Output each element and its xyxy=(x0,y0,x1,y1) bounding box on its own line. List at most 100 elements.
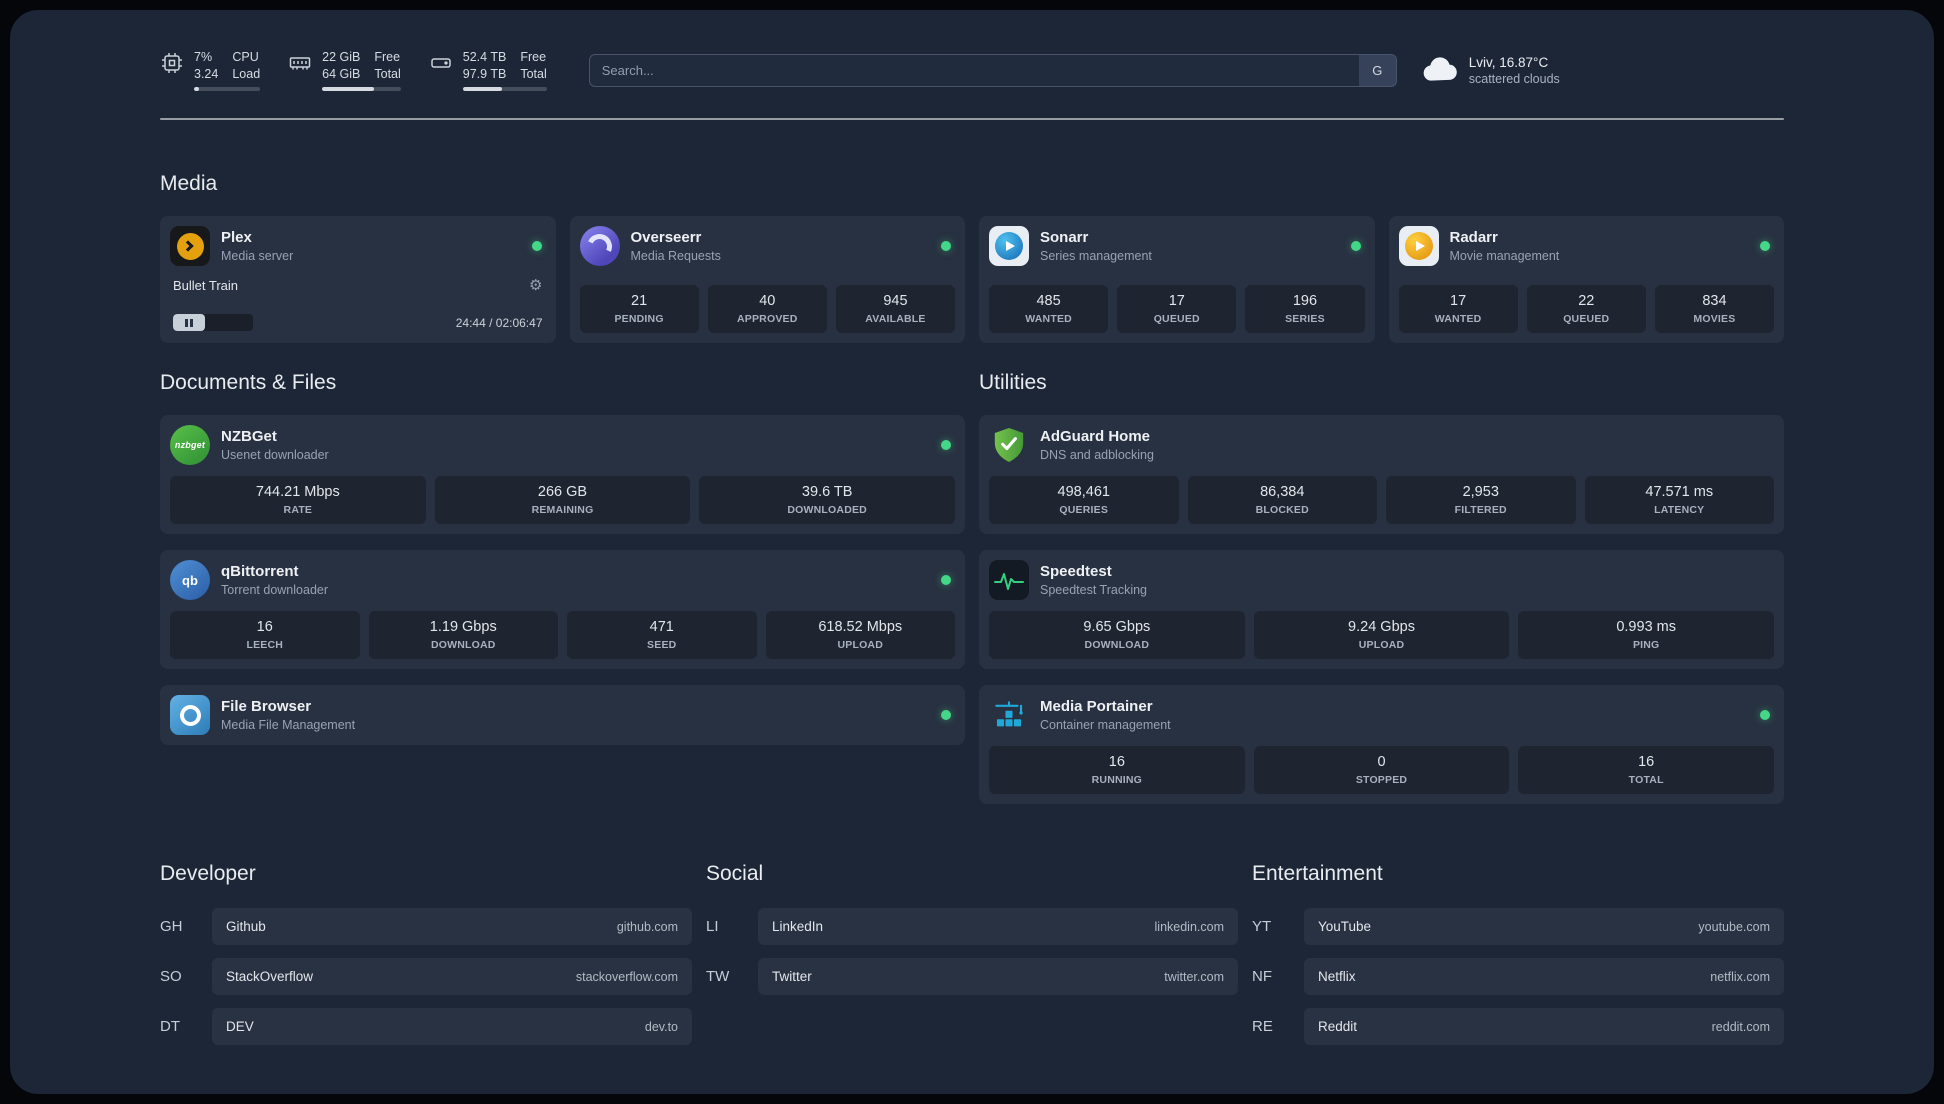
bookmark-link[interactable]: Netflix netflix.com xyxy=(1304,958,1784,995)
bookmark-link[interactable]: LinkedIn linkedin.com xyxy=(758,908,1238,945)
service-card-filebrowser[interactable]: File Browser Media File Management xyxy=(160,685,965,745)
stat-ping: 0.993 ms PING xyxy=(1518,611,1775,659)
bookmarks: Developer GH Github github.com SO StackO… xyxy=(160,862,1784,1058)
disk-total-label: Total xyxy=(520,67,547,81)
bookmark-url: netflix.com xyxy=(1710,969,1770,984)
stat-value: 17 xyxy=(1168,293,1185,309)
cpu-usage-value: 7% xyxy=(194,50,213,65)
pause-icon[interactable] xyxy=(173,314,205,331)
stat-running: 16 RUNNING xyxy=(989,746,1245,794)
bookmark-link[interactable]: Reddit reddit.com xyxy=(1304,1008,1784,1045)
dashboard: 7% 3.24 CPU Load 22 GiB 64 GiB Free Tota… xyxy=(10,10,1934,1094)
stat-label: MOVIES xyxy=(1693,313,1736,325)
bookmark-link[interactable]: StackOverflow stackoverflow.com xyxy=(212,958,692,995)
bookmark-youtube: YT YouTube youtube.com xyxy=(1252,908,1784,945)
stat-approved: 40 APPROVED xyxy=(707,285,827,333)
stat-label: STOPPED xyxy=(1355,774,1408,786)
service-card-nzbget[interactable]: nzbget NZBGet Usenet downloader 744.21 M… xyxy=(160,415,965,534)
stat-label: DOWNLOADED xyxy=(787,504,867,516)
player-seek-bar[interactable] xyxy=(173,314,253,331)
status-online-dot xyxy=(1760,710,1770,720)
service-subtitle: Series management xyxy=(1040,249,1152,263)
bookmark-name: DEV xyxy=(226,1019,254,1034)
status-online-dot xyxy=(941,575,951,585)
stat-label: APPROVED xyxy=(736,313,798,325)
stat-wanted: 485 WANTED xyxy=(989,285,1109,333)
stat-value: 17 xyxy=(1450,293,1467,309)
section-title-documents: Documents & Files xyxy=(160,371,337,394)
stat-available: 945 AVAILABLE xyxy=(835,285,956,333)
bookmark-link[interactable]: Github github.com xyxy=(212,908,692,945)
stat-value: 498,461 xyxy=(1057,484,1110,500)
cpu-chip-icon xyxy=(160,51,184,80)
bookmark-url: linkedin.com xyxy=(1154,919,1224,934)
disk-usage-bar xyxy=(462,86,547,91)
hard-drive-icon xyxy=(429,51,453,80)
service-card-portainer[interactable]: Media Portainer Container management 16 … xyxy=(979,685,1784,804)
bookmark-url: twitter.com xyxy=(1164,969,1224,984)
service-subtitle: Speedtest Tracking xyxy=(1040,583,1148,597)
bookmark-url: stackoverflow.com xyxy=(575,969,678,984)
search-input[interactable] xyxy=(588,53,1359,87)
plex-icon xyxy=(170,226,210,266)
bookmark-link[interactable]: YouTube youtube.com xyxy=(1304,908,1784,945)
stat-label: AVAILABLE xyxy=(865,313,926,325)
status-online-dot xyxy=(531,241,542,251)
stat-label: LATENCY xyxy=(1654,504,1705,516)
stat-queued: 22 QUEUED xyxy=(1526,285,1646,333)
bookmark-twitter: TW Twitter twitter.com xyxy=(706,958,1238,995)
disk-widget: 52.4 TB 97.9 TB Free Total xyxy=(429,49,547,91)
bookmark-name: Netflix xyxy=(1318,969,1356,984)
section-title-utilities: Utilities xyxy=(979,371,1047,394)
stat-value: 834 xyxy=(1702,293,1727,309)
bookmark-link[interactable]: Twitter twitter.com xyxy=(758,958,1238,995)
service-title: qBittorrent xyxy=(221,563,299,580)
bookmark-abbr: YT xyxy=(1252,918,1272,935)
disk-total-value: 97.9 TB xyxy=(462,67,507,81)
stat-value: 485 xyxy=(1036,293,1061,309)
service-subtitle: Media server xyxy=(221,249,294,263)
bookmark-group-social: Social LI LinkedIn linkedin.com TW Twitt… xyxy=(706,862,1238,1058)
stat-value: 196 xyxy=(1292,293,1318,309)
weather-condition: scattered clouds xyxy=(1468,71,1560,86)
bookmark-reddit: RE Reddit reddit.com xyxy=(1252,1008,1784,1045)
service-card-overseerr[interactable]: Overseerr Media Requests 21 PENDING 40 A… xyxy=(569,216,965,343)
stat-seed: 471 SEED xyxy=(567,611,757,659)
section-documents: Documents & Files nzbget NZBGet Usenet d… xyxy=(160,371,965,804)
filebrowser-icon xyxy=(170,695,210,735)
bookmark-abbr: RE xyxy=(1252,1018,1273,1035)
bookmark-link[interactable]: DEV dev.to xyxy=(212,1008,692,1045)
cpu-usage-bar xyxy=(194,86,261,91)
disk-free-value: 52.4 TB xyxy=(462,50,507,65)
service-title: Overseerr xyxy=(630,229,702,246)
bookmark-abbr: SO xyxy=(160,968,182,985)
gear-icon[interactable]: ⚙ xyxy=(529,278,542,293)
bookmark-abbr: TW xyxy=(706,968,730,985)
service-card-plex[interactable]: Plex Media server Bullet Train ⚙ 24:44 /… xyxy=(160,216,556,343)
disk-usage-bar-fill xyxy=(462,86,503,91)
topbar: 7% 3.24 CPU Load 22 GiB 64 GiB Free Tota… xyxy=(160,46,1784,94)
cpu-widget: 7% 3.24 CPU Load xyxy=(160,49,261,91)
search-provider-button[interactable]: G xyxy=(1358,53,1397,87)
stat-queued: 17 QUEUED xyxy=(1117,285,1237,333)
service-card-speedtest[interactable]: Speedtest Speedtest Tracking 9.65 Gbps D… xyxy=(979,550,1784,669)
status-online-dot xyxy=(941,241,951,251)
cpu-load-value: 3.24 xyxy=(194,67,219,81)
stat-blocked: 86,384 BLOCKED xyxy=(1187,476,1377,524)
bookmark-group-entertainment: Entertainment YT YouTube youtube.com NF … xyxy=(1252,862,1784,1058)
service-card-sonarr[interactable]: Sonarr Series management 485 WANTED 17 Q… xyxy=(979,216,1375,343)
stat-label: PENDING xyxy=(614,313,664,325)
stat-label: RATE xyxy=(283,504,313,516)
stat-value: 471 xyxy=(649,619,674,635)
adguard-shield-icon xyxy=(989,425,1029,465)
stat-value: 0.993 ms xyxy=(1616,619,1676,635)
player-time: 24:44 / 02:06:47 xyxy=(455,315,543,330)
stat-label: REMAINING xyxy=(531,504,594,516)
stat-value: 22 xyxy=(1578,293,1595,309)
service-card-adguard[interactable]: AdGuard Home DNS and adblocking 498,461 … xyxy=(979,415,1784,534)
service-card-radarr[interactable]: Radarr Movie management 17 WANTED 22 QUE… xyxy=(1388,216,1784,343)
bookmark-name: YouTube xyxy=(1318,919,1372,934)
service-card-qbittorrent[interactable]: qb qBittorrent Torrent downloader 16 LEE… xyxy=(160,550,965,669)
service-title: Plex xyxy=(221,229,252,246)
cpu-usage-bar-fill xyxy=(194,86,199,91)
